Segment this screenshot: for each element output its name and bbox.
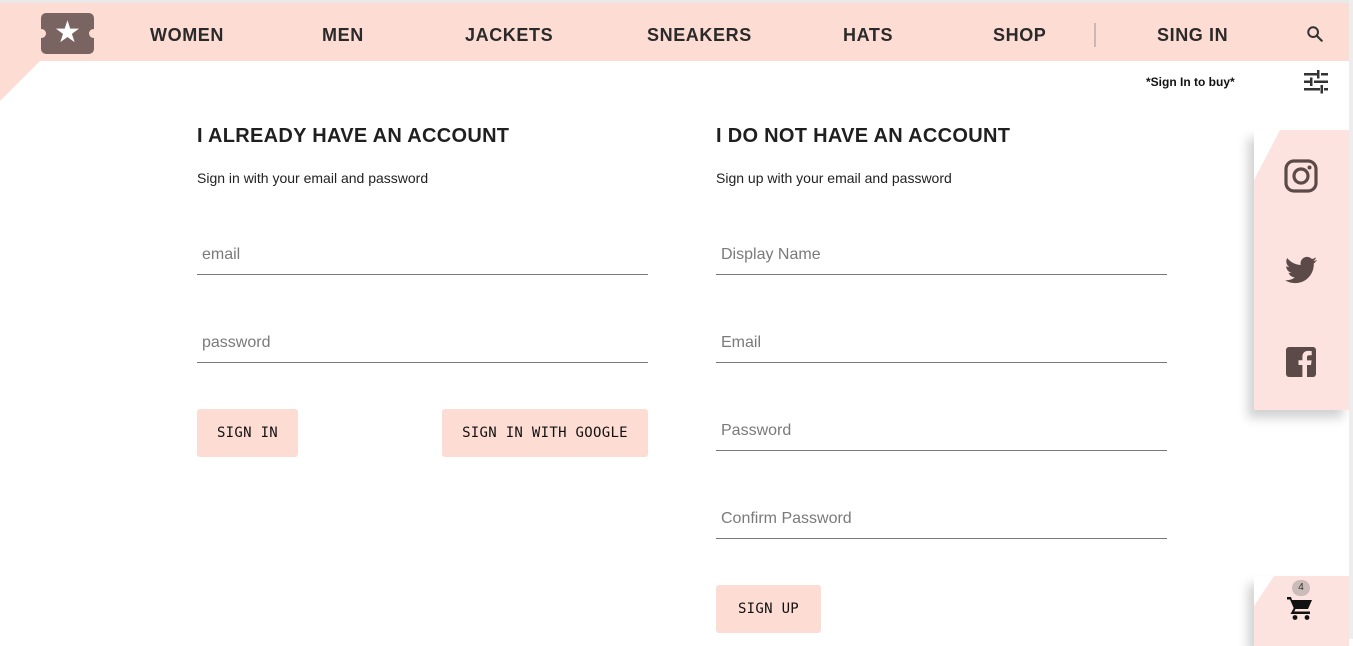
cart-count-badge: 4 <box>1292 580 1310 596</box>
signin-note: *Sign In to buy* <box>1146 75 1235 89</box>
social-panel-corner <box>1254 130 1280 180</box>
nav-corner-decoration <box>0 61 40 101</box>
nav-divider <box>1094 23 1096 47</box>
cart-panel-corner <box>1254 576 1274 606</box>
google-signin-button[interactable]: SIGN IN WITH GOOGLE <box>442 409 648 457</box>
twitter-icon[interactable] <box>1283 252 1319 288</box>
star-icon: ★ <box>54 16 81 49</box>
shopping-cart-icon[interactable] <box>1286 595 1314 621</box>
signup-button[interactable]: SIGN UP <box>716 585 821 633</box>
signup-password-field[interactable] <box>716 411 1167 451</box>
nav-signin[interactable]: SING IN <box>1157 25 1228 45</box>
scrollbar-track[interactable] <box>1349 0 1353 639</box>
signup-title: I DO NOT HAVE AN ACCOUNT <box>716 125 1011 147</box>
confirm-password-field[interactable] <box>716 499 1167 539</box>
signin-password-field[interactable] <box>197 323 648 363</box>
facebook-icon[interactable] <box>1283 344 1319 380</box>
filter-icon[interactable] <box>1303 70 1329 94</box>
nav-jackets[interactable]: JACKETS <box>465 25 553 45</box>
nav-women[interactable]: WOMEN <box>150 25 224 45</box>
nav-shop[interactable]: SHOP <box>993 25 1046 45</box>
nav-sneakers[interactable]: SNEAKERS <box>647 25 752 45</box>
display-name-field[interactable] <box>716 235 1167 275</box>
nav-hats[interactable]: HATS <box>843 25 893 45</box>
signup-subtitle: Sign up with your email and password <box>716 170 952 186</box>
signin-button[interactable]: SIGN IN <box>197 409 298 457</box>
signin-subtitle: Sign in with your email and password <box>197 170 429 186</box>
instagram-icon[interactable] <box>1283 158 1319 194</box>
signin-email-field[interactable] <box>197 235 648 275</box>
navbar: ★ WOMEN MEN JACKETS SNEAKERS HATS SHOP S… <box>0 3 1349 61</box>
search-icon[interactable] <box>1306 25 1324 43</box>
signin-title: I ALREADY HAVE AN ACCOUNT <box>197 125 510 147</box>
signup-email-field[interactable] <box>716 323 1167 363</box>
logo[interactable]: ★ <box>37 13 98 54</box>
nav-men[interactable]: MEN <box>322 25 364 45</box>
